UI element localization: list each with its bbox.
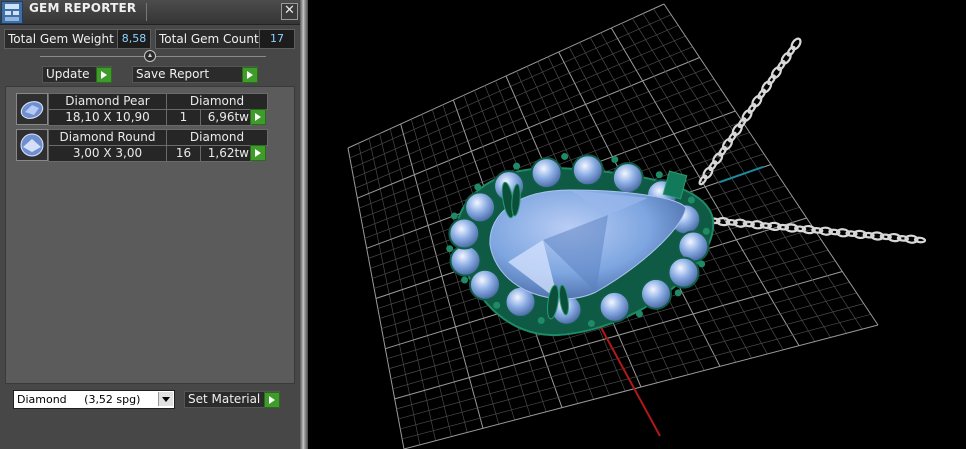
window-title: GEM REPORTER bbox=[29, 1, 137, 15]
save-report-play-icon[interactable] bbox=[242, 67, 258, 83]
title-divider bbox=[146, 3, 147, 21]
save-report-button-label: Save Report bbox=[136, 67, 210, 81]
gem-material: Diamond bbox=[166, 93, 268, 110]
total-gem-weight-value: 8,58 bbox=[117, 29, 151, 49]
total-gem-count-label: Total Gem Count bbox=[155, 29, 260, 49]
close-button[interactable]: ✕ bbox=[281, 3, 298, 20]
total-gem-weight-label: Total Gem Weight bbox=[4, 29, 119, 49]
set-material-play-icon[interactable] bbox=[264, 392, 280, 408]
set-material-button-label: Set Material bbox=[188, 392, 261, 406]
gem-row[interactable]: Diamond Pear Diamond 18,10 X 10,90 1 6,9… bbox=[12, 93, 268, 126]
panel-splitter[interactable] bbox=[300, 0, 308, 449]
gem-row[interactable]: Diamond Round Diamond 3,00 X 3,00 16 1,6… bbox=[12, 129, 268, 162]
gem-weight: 6,96tw bbox=[200, 109, 252, 126]
material-select[interactable]: Diamond (3,52 spg) bbox=[13, 390, 175, 409]
chain-icon bbox=[698, 37, 927, 244]
gem-size: 18,10 X 10,90 bbox=[48, 109, 167, 126]
gem-row-play-icon[interactable] bbox=[250, 109, 266, 125]
gem-count: 1 bbox=[166, 109, 201, 126]
update-button[interactable]: Update bbox=[42, 66, 112, 83]
update-play-icon[interactable] bbox=[96, 67, 112, 83]
gem-size: 3,00 X 3,00 bbox=[48, 145, 167, 162]
3d-viewport[interactable] bbox=[308, 0, 966, 449]
gem-list: Diamond Pear Diamond 18,10 X 10,90 1 6,9… bbox=[5, 86, 295, 384]
save-report-button[interactable]: Save Report bbox=[132, 66, 258, 83]
viewport-scene bbox=[347, 3, 927, 449]
gem-name: Diamond Round bbox=[48, 129, 167, 146]
set-material-button[interactable]: Set Material bbox=[184, 391, 280, 408]
pear-gem-icon bbox=[16, 93, 48, 125]
gem-row-play-icon[interactable] bbox=[250, 145, 266, 161]
material-select-value: Diamond (3,52 spg) bbox=[17, 393, 141, 406]
x-axis-line bbox=[597, 321, 661, 437]
gem-name: Diamond Pear bbox=[48, 93, 167, 110]
gem-reporter-app-icon bbox=[1, 1, 23, 24]
total-gem-count-value: 17 bbox=[259, 29, 295, 49]
gem-material: Diamond bbox=[166, 129, 268, 146]
gem-weight: 1,62tw bbox=[200, 145, 252, 162]
zoom-slider-thumb[interactable] bbox=[144, 50, 156, 62]
gem-count: 16 bbox=[166, 145, 201, 162]
gem-reporter-panel: GEM REPORTER ✕ Total Gem Weight 8,58 Tot… bbox=[0, 0, 300, 449]
title-bar: GEM REPORTER ✕ bbox=[0, 0, 300, 25]
chevron-down-icon[interactable] bbox=[158, 392, 173, 406]
update-button-label: Update bbox=[46, 67, 90, 81]
round-gem-icon bbox=[16, 129, 48, 161]
